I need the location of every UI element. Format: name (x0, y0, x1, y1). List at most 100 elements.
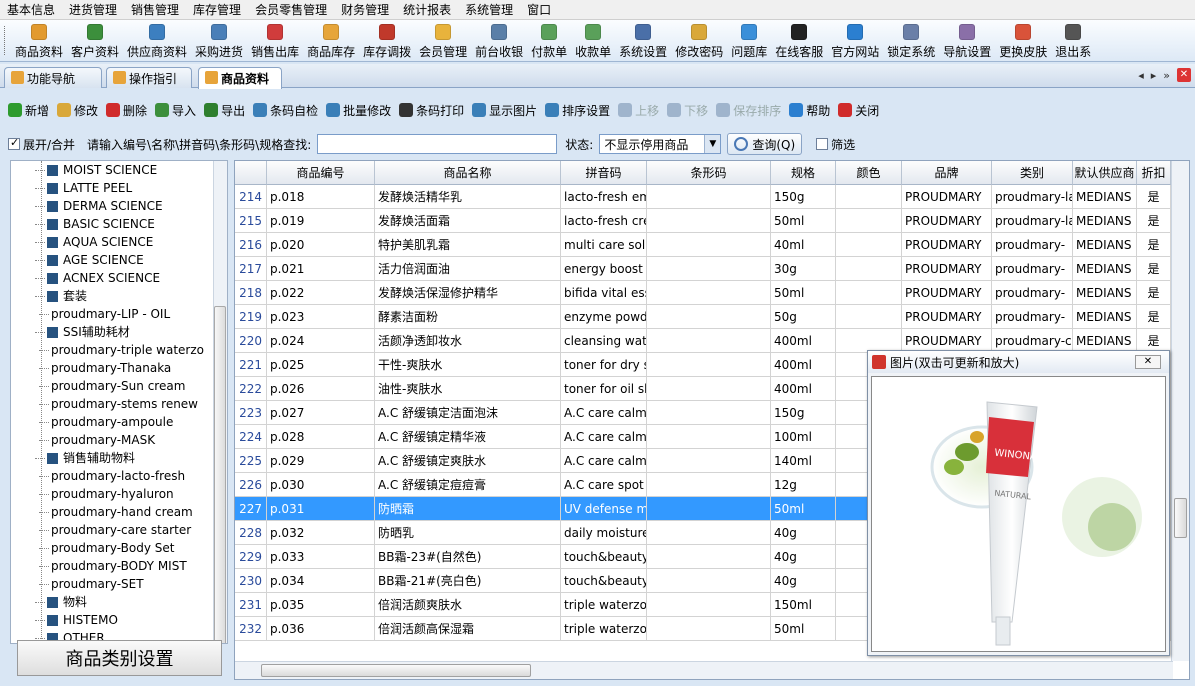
column-header[interactable]: 品牌 (902, 161, 992, 185)
toolbar-button[interactable]: 库存调拨 (359, 20, 415, 61)
table-row[interactable]: 215p.019发酵焕活面霜lacto-fresh crear 50ml PROUD… (235, 209, 1171, 233)
tree-item[interactable]: DERMA SCIENCE (35, 197, 163, 215)
toolbar-button[interactable]: 系统设置 (615, 20, 671, 61)
action-button[interactable]: 条码打印 (399, 102, 464, 119)
tree-item[interactable]: 销售辅助物料 (35, 449, 135, 467)
toolbar-button[interactable]: 在线客服 (771, 20, 827, 61)
table-row[interactable]: 217p.021活力倍润面油energy boost fac 30g PROUDMA… (235, 257, 1171, 281)
column-header[interactable]: 商品编号 (267, 161, 375, 185)
tree-item[interactable]: proudmary-stems renew (39, 395, 198, 413)
table-row[interactable]: 214p.018发酵焕活精华乳lacto-fresh emul 150g PROUD… (235, 185, 1171, 209)
tree-item[interactable]: proudmary-triple waterzo (39, 341, 204, 359)
tree-item[interactable]: proudmary-MASK (39, 431, 155, 449)
toolbar-button[interactable]: 收款单 (571, 20, 615, 61)
image-window[interactable]: 图片(双击可更新和放大) ✕ WINONA NATURAL (867, 350, 1170, 656)
grid-hscroll-thumb[interactable] (261, 664, 531, 677)
menu-item[interactable]: 销售管理 (124, 0, 186, 20)
grid-vscroll-thumb[interactable] (1174, 498, 1187, 538)
menu-item[interactable]: 统计报表 (396, 0, 458, 20)
menu-item[interactable]: 窗口 (520, 0, 558, 20)
table-row[interactable]: 216p.020特护美肌乳霜multi care soluti 40ml PROUD… (235, 233, 1171, 257)
grid-vertical-scrollbar[interactable] (1171, 161, 1189, 661)
tree-item[interactable]: proudmary-SET (39, 575, 144, 593)
tree-item[interactable]: 套装 (35, 287, 87, 305)
toolbar-grip[interactable] (4, 26, 7, 55)
toolbar-button[interactable]: 修改密码 (671, 20, 727, 61)
column-header[interactable]: 颜色 (836, 161, 902, 185)
tab-next-icon[interactable]: ▸ (1151, 69, 1157, 82)
toolbar-button[interactable]: 问题库 (727, 20, 771, 61)
menu-item[interactable]: 库存管理 (186, 0, 248, 20)
action-button[interactable]: 批量修改 (326, 102, 391, 119)
action-button[interactable]: 帮助 (789, 102, 830, 119)
toolbar-button[interactable]: 采购进货 (191, 20, 247, 61)
tree-item[interactable]: 物料 (35, 593, 87, 611)
toolbar-button[interactable]: 商品资料 (11, 20, 67, 61)
chevron-down-icon[interactable]: ▼ (704, 135, 721, 153)
expand-checkbox[interactable] (8, 136, 20, 150)
product-image[interactable]: WINONA NATURAL (871, 376, 1166, 652)
column-header[interactable]: 商品名称 (375, 161, 561, 185)
toolbar-button[interactable]: 供应商资料 (123, 20, 191, 61)
column-header[interactable] (235, 161, 267, 185)
tree-item[interactable]: AQUA SCIENCE (35, 233, 153, 251)
tree-item[interactable]: HISTEMO (35, 611, 118, 629)
tree-item[interactable]: AGE SCIENCE (35, 251, 144, 269)
tree-item[interactable]: proudmary-ampoule (39, 413, 173, 431)
menu-item[interactable]: 会员零售管理 (248, 0, 334, 20)
image-close-button[interactable]: ✕ (1135, 355, 1161, 369)
toolbar-button[interactable]: 锁定系统 (883, 20, 939, 61)
toolbar-button[interactable]: 会员管理 (415, 20, 471, 61)
image-window-titlebar[interactable]: 图片(双击可更新和放大) ✕ (868, 351, 1169, 373)
toolbar-button[interactable]: 官方网站 (827, 20, 883, 61)
tree-item[interactable]: SSI辅助耗材 (35, 323, 130, 341)
tab-list-icon[interactable]: » (1163, 69, 1170, 82)
search-input[interactable] (317, 134, 558, 154)
menu-item[interactable]: 基本信息 (0, 0, 62, 20)
tree-item[interactable]: LATTE PEEL (35, 179, 132, 197)
toolbar-button[interactable]: 付款单 (527, 20, 571, 61)
query-button[interactable]: 查询(Q) (727, 133, 803, 155)
category-settings-button[interactable]: 商品类别设置 (17, 640, 222, 676)
tab-prev-icon[interactable]: ◂ (1138, 69, 1144, 82)
toolbar-button[interactable]: 前台收银 (471, 20, 527, 61)
tree-item[interactable]: proudmary-lacto-fresh (39, 467, 185, 485)
column-header[interactable]: 规格 (771, 161, 836, 185)
action-button[interactable]: 导出 (204, 102, 245, 119)
tab-0[interactable]: 功能导航 (4, 67, 102, 88)
action-button[interactable]: 条码自检 (253, 102, 318, 119)
close-icon[interactable]: ✕ (1177, 68, 1191, 82)
tree-item[interactable]: ACNEX SCIENCE (35, 269, 160, 287)
action-button[interactable]: 排序设置 (545, 102, 610, 119)
tree-item[interactable]: proudmary-Thanaka (39, 359, 171, 377)
tree-item[interactable]: proudmary-care starter (39, 521, 191, 539)
grid-horizontal-scrollbar[interactable] (235, 661, 1173, 679)
toolbar-button[interactable]: 退出系 (1051, 20, 1095, 61)
menu-item[interactable]: 进货管理 (62, 0, 124, 20)
menu-item[interactable]: 系统管理 (458, 0, 520, 20)
tree-scrollbar[interactable] (213, 161, 227, 643)
toolbar-button[interactable]: 销售出库 (247, 20, 303, 61)
column-header[interactable]: 默认供应商 (1073, 161, 1137, 185)
table-row[interactable]: 218p.022发酵焕活保湿修护精华bifida vital esser 50ml… (235, 281, 1171, 305)
action-button[interactable]: 修改 (57, 102, 98, 119)
menu-item[interactable]: 财务管理 (334, 0, 396, 20)
action-button[interactable]: 关闭 (838, 102, 879, 119)
action-button[interactable]: 显示图片 (472, 102, 537, 119)
tab-1[interactable]: 操作指引 (106, 67, 192, 88)
tree-item[interactable]: proudmary-Body Set (39, 539, 174, 557)
tree-scroll-thumb[interactable] (214, 306, 226, 643)
action-button[interactable]: 导入 (155, 102, 196, 119)
tree-item[interactable]: proudmary-hyaluron (39, 485, 174, 503)
tree-item[interactable]: proudmary-Sun cream (39, 377, 185, 395)
action-button[interactable]: 新增 (8, 102, 49, 119)
filter-checkbox[interactable] (816, 138, 829, 150)
column-header[interactable]: 条形码 (647, 161, 771, 185)
toolbar-button[interactable]: 导航设置 (939, 20, 995, 61)
toolbar-button[interactable]: 更换皮肤 (995, 20, 1051, 61)
tree-item[interactable]: BASIC SCIENCE (35, 215, 155, 233)
toolbar-button[interactable]: 客户资料 (67, 20, 123, 61)
toolbar-button[interactable]: 商品库存 (303, 20, 359, 61)
column-header[interactable]: 类别 (992, 161, 1073, 185)
column-header[interactable]: 折扣 (1137, 161, 1171, 185)
